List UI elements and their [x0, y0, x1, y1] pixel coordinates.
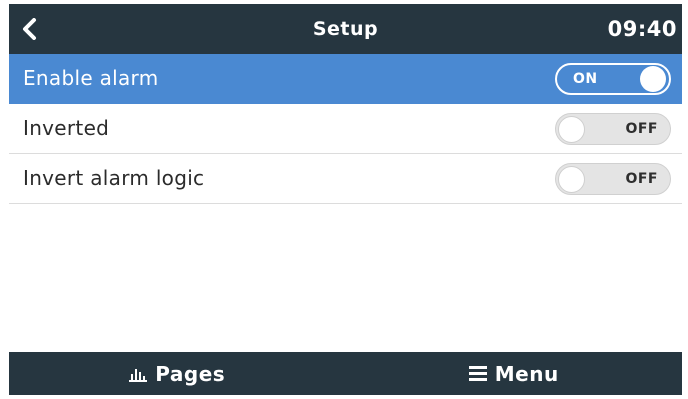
- settings-list: Enable alarm ON Inverted OFF Invert alar…: [9, 54, 682, 204]
- toggle-state-text: OFF: [625, 121, 658, 137]
- menu-button[interactable]: Menu: [346, 352, 683, 395]
- menu-label: Menu: [494, 361, 559, 386]
- header-bar: Setup 09:40: [9, 4, 682, 54]
- setting-row-inverted[interactable]: Inverted OFF: [9, 104, 682, 154]
- clock-time: 09:40: [607, 17, 677, 41]
- toggle-knob: [558, 166, 585, 193]
- setting-label: Inverted: [23, 116, 110, 140]
- setting-row-enable-alarm[interactable]: Enable alarm ON: [9, 54, 682, 104]
- hamburger-menu-icon: [468, 366, 487, 381]
- page-title: Setup: [312, 18, 379, 40]
- toggle-knob: [640, 66, 666, 92]
- bar-chart-icon: [129, 366, 148, 382]
- invert-alarm-logic-toggle[interactable]: OFF: [555, 163, 671, 195]
- toggle-state-text: ON: [573, 71, 598, 87]
- pages-button[interactable]: Pages: [9, 352, 346, 395]
- setting-label: Enable alarm: [23, 66, 159, 90]
- setting-row-invert-alarm-logic[interactable]: Invert alarm logic OFF: [9, 154, 682, 204]
- setting-label: Invert alarm logic: [23, 166, 205, 190]
- toggle-knob: [558, 116, 585, 143]
- enable-alarm-toggle[interactable]: ON: [555, 63, 671, 95]
- inverted-toggle[interactable]: OFF: [555, 113, 671, 145]
- pages-label: Pages: [155, 361, 226, 386]
- footer-bar: Pages Menu: [9, 352, 682, 395]
- screen: Setup 09:40 Enable alarm ON Inverted OFF…: [9, 4, 682, 395]
- toggle-state-text: OFF: [625, 171, 658, 187]
